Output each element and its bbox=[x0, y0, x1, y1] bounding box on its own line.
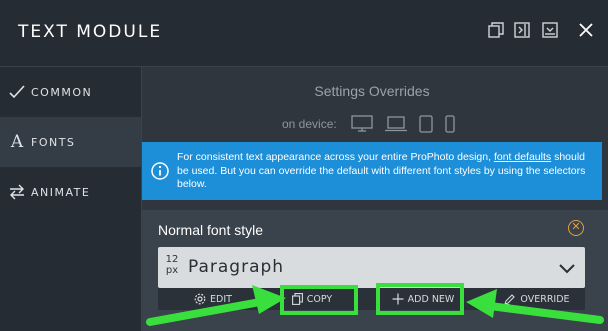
annotation-arrows bbox=[146, 285, 604, 326]
arrow-left bbox=[146, 285, 286, 326]
arrow-right bbox=[466, 289, 604, 324]
